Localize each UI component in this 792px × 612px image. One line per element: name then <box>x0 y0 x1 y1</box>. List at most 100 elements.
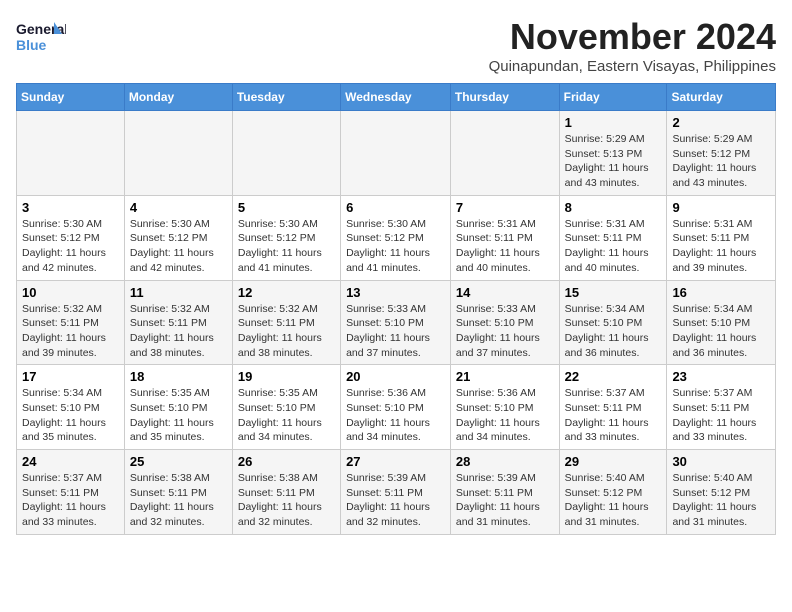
day-number: 12 <box>238 285 335 300</box>
calendar-cell: 6 Sunrise: 5:30 AM Sunset: 5:12 PM Daylig… <box>341 195 451 280</box>
day-number: 14 <box>456 285 554 300</box>
month-title: November 2024 <box>489 16 776 58</box>
calendar-week-5: 24Sunrise: 5:37 AM Sunset: 5:11 PM Dayli… <box>17 450 776 535</box>
day-info: Sunrise: 5:33 AM Sunset: 5:10 PM Dayligh… <box>346 302 445 361</box>
day-info: Sunrise: 5:34 AM Sunset: 5:10 PM Dayligh… <box>22 386 119 445</box>
day-number: 5 <box>238 200 335 215</box>
day-info: Sunrise: 5:32 AM Sunset: 5:11 PM Dayligh… <box>238 302 335 361</box>
calendar-cell: 19Sunrise: 5:35 AM Sunset: 5:10 PM Dayli… <box>232 365 340 450</box>
calendar-cell: 27 Sunrise: 5:39 AM Sunset: 5:11 PM Dayli… <box>341 450 451 535</box>
calendar-week-3: 10 Sunrise: 5:32 AM Sunset: 5:11 PM Dayli… <box>17 280 776 365</box>
calendar-week-2: 3 Sunrise: 5:30 AM Sunset: 5:12 PM Daylig… <box>17 195 776 280</box>
day-number: 10 <box>22 285 119 300</box>
calendar-cell: 5 Sunrise: 5:30 AM Sunset: 5:12 PM Daylig… <box>232 195 340 280</box>
calendar-cell: 24Sunrise: 5:37 AM Sunset: 5:11 PM Dayli… <box>17 450 125 535</box>
calendar-cell: 26 Sunrise: 5:38 AM Sunset: 5:11 PM Dayli… <box>232 450 340 535</box>
calendar-cell: 21 Sunrise: 5:36 AM Sunset: 5:10 PM Dayli… <box>450 365 559 450</box>
calendar-cell: 8Sunrise: 5:31 AM Sunset: 5:11 PM Daylig… <box>559 195 667 280</box>
day-info: Sunrise: 5:38 AM Sunset: 5:11 PM Dayligh… <box>238 471 335 530</box>
calendar-cell: 22Sunrise: 5:37 AM Sunset: 5:11 PM Dayli… <box>559 365 667 450</box>
calendar-cell: 11 Sunrise: 5:32 AM Sunset: 5:11 PM Dayli… <box>124 280 232 365</box>
day-number: 27 <box>346 454 445 469</box>
calendar-cell <box>450 111 559 196</box>
day-number: 4 <box>130 200 227 215</box>
calendar-cell: 10 Sunrise: 5:32 AM Sunset: 5:11 PM Dayli… <box>17 280 125 365</box>
day-info: Sunrise: 5:37 AM Sunset: 5:11 PM Dayligh… <box>565 386 662 445</box>
day-info: Sunrise: 5:31 AM Sunset: 5:11 PM Dayligh… <box>456 217 554 276</box>
svg-text:Blue: Blue <box>16 37 47 53</box>
calendar-cell: 23 Sunrise: 5:37 AM Sunset: 5:11 PM Dayli… <box>667 365 776 450</box>
day-info: Sunrise: 5:30 AM Sunset: 5:12 PM Dayligh… <box>22 217 119 276</box>
calendar-cell <box>232 111 340 196</box>
calendar-cell: 3 Sunrise: 5:30 AM Sunset: 5:12 PM Daylig… <box>17 195 125 280</box>
calendar-cell: 1 Sunrise: 5:29 AM Sunset: 5:13 PM Daylig… <box>559 111 667 196</box>
day-number: 29 <box>565 454 662 469</box>
calendar-cell: 29 Sunrise: 5:40 AM Sunset: 5:12 PM Dayli… <box>559 450 667 535</box>
day-number: 13 <box>346 285 445 300</box>
day-info: Sunrise: 5:40 AM Sunset: 5:12 PM Dayligh… <box>672 471 770 530</box>
calendar-cell: 25 Sunrise: 5:38 AM Sunset: 5:11 PM Dayli… <box>124 450 232 535</box>
day-info: Sunrise: 5:39 AM Sunset: 5:11 PM Dayligh… <box>346 471 445 530</box>
calendar-cell: 28Sunrise: 5:39 AM Sunset: 5:11 PM Dayli… <box>450 450 559 535</box>
calendar-cell: 15Sunrise: 5:34 AM Sunset: 5:10 PM Dayli… <box>559 280 667 365</box>
day-number: 26 <box>238 454 335 469</box>
col-header-friday: Friday <box>559 84 667 111</box>
calendar-cell: 2 Sunrise: 5:29 AM Sunset: 5:12 PM Daylig… <box>667 111 776 196</box>
day-info: Sunrise: 5:29 AM Sunset: 5:12 PM Dayligh… <box>672 132 770 191</box>
day-number: 30 <box>672 454 770 469</box>
day-number: 23 <box>672 369 770 384</box>
day-number: 1 <box>565 115 662 130</box>
day-number: 9 <box>672 200 770 215</box>
day-info: Sunrise: 5:37 AM Sunset: 5:11 PM Dayligh… <box>672 386 770 445</box>
day-number: 2 <box>672 115 770 130</box>
day-info: Sunrise: 5:29 AM Sunset: 5:13 PM Dayligh… <box>565 132 662 191</box>
day-number: 7 <box>456 200 554 215</box>
day-number: 8 <box>565 200 662 215</box>
day-info: Sunrise: 5:39 AM Sunset: 5:11 PM Dayligh… <box>456 471 554 530</box>
day-info: Sunrise: 5:30 AM Sunset: 5:12 PM Dayligh… <box>130 217 227 276</box>
day-info: Sunrise: 5:36 AM Sunset: 5:10 PM Dayligh… <box>346 386 445 445</box>
calendar-cell <box>17 111 125 196</box>
day-number: 11 <box>130 285 227 300</box>
day-info: Sunrise: 5:33 AM Sunset: 5:10 PM Dayligh… <box>456 302 554 361</box>
calendar-cell: 13 Sunrise: 5:33 AM Sunset: 5:10 PM Dayli… <box>341 280 451 365</box>
day-number: 21 <box>456 369 554 384</box>
day-info: Sunrise: 5:32 AM Sunset: 5:11 PM Dayligh… <box>130 302 227 361</box>
calendar-cell: 17 Sunrise: 5:34 AM Sunset: 5:10 PM Dayli… <box>17 365 125 450</box>
day-number: 18 <box>130 369 227 384</box>
day-info: Sunrise: 5:40 AM Sunset: 5:12 PM Dayligh… <box>565 471 662 530</box>
header-row: SundayMondayTuesdayWednesdayThursdayFrid… <box>17 84 776 111</box>
calendar-week-4: 17 Sunrise: 5:34 AM Sunset: 5:10 PM Dayli… <box>17 365 776 450</box>
day-info: Sunrise: 5:30 AM Sunset: 5:12 PM Dayligh… <box>346 217 445 276</box>
day-number: 3 <box>22 200 119 215</box>
day-info: Sunrise: 5:36 AM Sunset: 5:10 PM Dayligh… <box>456 386 554 445</box>
calendar-cell <box>124 111 232 196</box>
logo-svg: GeneralBlue <box>16 16 66 58</box>
col-header-monday: Monday <box>124 84 232 111</box>
header: GeneralBlue November 2024 Quinapundan, E… <box>16 16 776 75</box>
day-info: Sunrise: 5:32 AM Sunset: 5:11 PM Dayligh… <box>22 302 119 361</box>
col-header-saturday: Saturday <box>667 84 776 111</box>
day-number: 25 <box>130 454 227 469</box>
calendar-cell: 30 Sunrise: 5:40 AM Sunset: 5:12 PM Dayli… <box>667 450 776 535</box>
day-info: Sunrise: 5:37 AM Sunset: 5:11 PM Dayligh… <box>22 471 119 530</box>
title-area: November 2024 Quinapundan, Eastern Visay… <box>489 16 776 75</box>
day-info: Sunrise: 5:38 AM Sunset: 5:11 PM Dayligh… <box>130 471 227 530</box>
calendar-cell: 7 Sunrise: 5:31 AM Sunset: 5:11 PM Daylig… <box>450 195 559 280</box>
calendar-cell: 14 Sunrise: 5:33 AM Sunset: 5:10 PM Dayli… <box>450 280 559 365</box>
calendar-table: SundayMondayTuesdayWednesdayThursdayFrid… <box>16 83 776 535</box>
day-info: Sunrise: 5:30 AM Sunset: 5:12 PM Dayligh… <box>238 217 335 276</box>
day-info: Sunrise: 5:34 AM Sunset: 5:10 PM Dayligh… <box>672 302 770 361</box>
day-number: 6 <box>346 200 445 215</box>
day-number: 20 <box>346 369 445 384</box>
subtitle: Quinapundan, Eastern Visayas, Philippine… <box>489 58 776 75</box>
calendar-cell: 16Sunrise: 5:34 AM Sunset: 5:10 PM Dayli… <box>667 280 776 365</box>
day-number: 17 <box>22 369 119 384</box>
day-info: Sunrise: 5:34 AM Sunset: 5:10 PM Dayligh… <box>565 302 662 361</box>
calendar-cell: 20 Sunrise: 5:36 AM Sunset: 5:10 PM Dayli… <box>341 365 451 450</box>
day-info: Sunrise: 5:35 AM Sunset: 5:10 PM Dayligh… <box>238 386 335 445</box>
calendar-week-1: 1 Sunrise: 5:29 AM Sunset: 5:13 PM Daylig… <box>17 111 776 196</box>
col-header-tuesday: Tuesday <box>232 84 340 111</box>
day-info: Sunrise: 5:35 AM Sunset: 5:10 PM Dayligh… <box>130 386 227 445</box>
day-info: Sunrise: 5:31 AM Sunset: 5:11 PM Dayligh… <box>672 217 770 276</box>
